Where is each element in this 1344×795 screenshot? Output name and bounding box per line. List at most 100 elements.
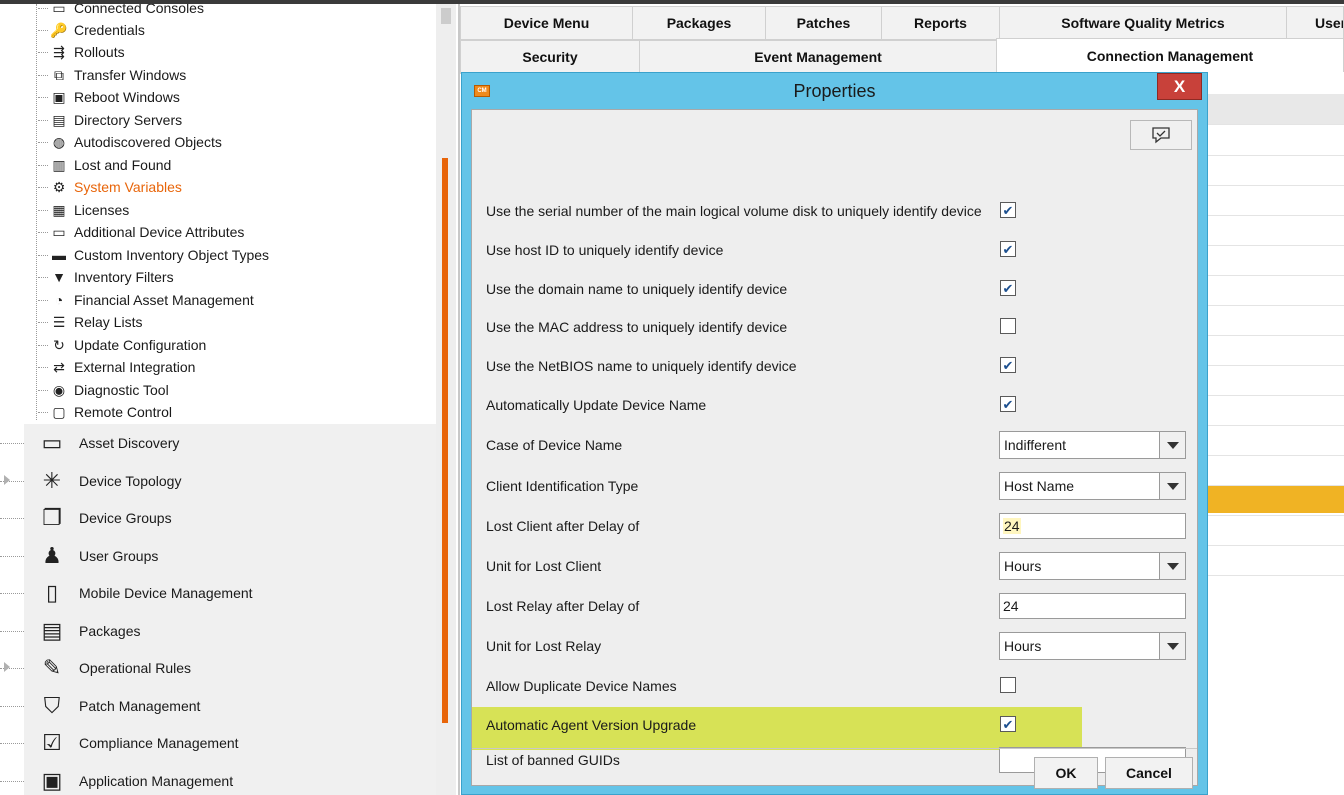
dropdown-button[interactable] — [1160, 431, 1186, 459]
property-text-field[interactable]: 24 — [999, 513, 1186, 539]
tree-item[interactable]: ↻ Update Configuration — [38, 334, 206, 356]
tree-connector — [38, 254, 48, 256]
property-checkbox[interactable]: ✔ — [1000, 357, 1016, 373]
dropdown-button[interactable] — [1160, 552, 1186, 580]
dropdown-value[interactable]: Indifferent — [999, 431, 1160, 459]
property-checkbox[interactable]: ✔ — [1000, 716, 1016, 732]
property-dropdown[interactable]: Hours — [999, 632, 1186, 660]
tree-connector — [0, 556, 24, 557]
license-icon: ▦ — [52, 201, 66, 218]
checkmark-icon: ✔ — [1002, 716, 1014, 732]
property-label: Use host ID to uniquely identify device — [486, 242, 724, 258]
expand-arrow-icon[interactable] — [4, 475, 10, 485]
trash-icon: ▥ — [52, 156, 66, 173]
tree-item[interactable]: ▦ Licenses — [38, 199, 129, 221]
directory-icon: ▤ — [52, 111, 66, 128]
module-item[interactable]: ♟ User Groups — [24, 538, 436, 574]
tab-patches[interactable]: Patches — [765, 6, 882, 40]
property-dropdown[interactable]: Host Name — [999, 472, 1186, 500]
variables-icon: ⚙ — [52, 178, 66, 195]
module-item[interactable]: ▣ Application Management — [24, 763, 436, 795]
tree-item[interactable]: ⚙ System Variables — [38, 176, 182, 198]
chevron-down-icon — [1166, 642, 1179, 650]
tree-item[interactable]: ▭ Additional Device Attributes — [38, 221, 244, 243]
dropdown-value[interactable]: Hours — [999, 552, 1160, 580]
tab-reports[interactable]: Reports — [881, 6, 1000, 40]
tree-item-label: External Integration — [74, 359, 196, 375]
tree-item[interactable]: ⇄ External Integration — [38, 356, 195, 378]
dropdown-button[interactable] — [1160, 472, 1186, 500]
tree-item[interactable]: ▬ Custom Inventory Object Types — [38, 244, 269, 266]
tree-item-label: Relay Lists — [74, 314, 143, 330]
grid-row-line — [1208, 215, 1344, 216]
module-item[interactable]: ▭ Asset Discovery — [24, 425, 436, 461]
tree-item[interactable]: ▭ Connected Consoles — [38, 4, 204, 19]
tree-connector — [38, 7, 48, 9]
property-text-field[interactable]: 24 — [999, 593, 1186, 619]
tree-connector — [0, 781, 24, 782]
close-button[interactable]: X — [1157, 73, 1202, 100]
module-item-label: Device Topology — [79, 473, 182, 489]
tree-item[interactable]: ◍ Autodiscovered Objects — [38, 131, 222, 153]
module-item[interactable]: ▯ Mobile Device Management — [24, 575, 436, 611]
module-item-label: User Groups — [79, 548, 159, 564]
tree-item[interactable]: ☰ Relay Lists — [38, 311, 142, 333]
scrollbar-thumb[interactable] — [441, 8, 451, 24]
property-checkbox[interactable] — [1000, 677, 1016, 693]
module-item[interactable]: ✳ Device Topology — [24, 463, 436, 499]
device-groups-icon: ❐ — [42, 505, 62, 530]
expand-arrow-icon[interactable] — [4, 662, 10, 672]
cancel-button[interactable]: Cancel — [1105, 757, 1193, 789]
console-icon: ▭ — [52, 4, 66, 16]
property-label: Use the serial number of the main logica… — [486, 203, 982, 219]
tree-item[interactable]: 🔑 Credentials — [38, 19, 145, 41]
module-item[interactable]: ❐ Device Groups — [24, 500, 436, 536]
tree-item[interactable]: ▼ Inventory Filters — [38, 266, 174, 288]
tab-security[interactable]: Security — [460, 40, 640, 74]
tree-item[interactable]: ◔ Financial Asset Management — [38, 289, 254, 311]
tree-item-label: Remote Control — [74, 404, 173, 420]
tree-item[interactable]: ▥ Lost and Found — [38, 154, 171, 176]
tree-connector — [38, 164, 48, 166]
property-dropdown[interactable]: Indifferent — [999, 431, 1186, 459]
property-checkbox[interactable]: ✔ — [1000, 280, 1016, 296]
grid-row-line — [1208, 124, 1344, 125]
module-item-label: Packages — [79, 623, 141, 639]
checkmark-icon: ✔ — [1002, 241, 1014, 257]
tab-device-menu[interactable]: Device Menu — [460, 6, 633, 40]
property-checkbox[interactable]: ✔ — [1000, 241, 1016, 257]
property-label: Client Identification Type — [486, 478, 639, 494]
help-button[interactable] — [1130, 120, 1192, 150]
tree-item[interactable]: ⧉ Transfer Windows — [38, 64, 186, 86]
tree-item[interactable]: ▢ Remote Control — [38, 401, 172, 423]
ok-button[interactable]: OK — [1034, 757, 1098, 789]
field-value: 24 — [1003, 518, 1021, 534]
tab-software-quality-metrics[interactable]: Software Quality Metrics — [999, 6, 1287, 40]
tree-item[interactable]: ▤ Directory Servers — [38, 109, 182, 131]
tree-item[interactable]: ◉ Diagnostic Tool — [38, 379, 169, 401]
module-item-label: Operational Rules — [79, 660, 192, 676]
tab-event-management[interactable]: Event Management — [639, 40, 997, 74]
property-checkbox[interactable]: ✔ — [1000, 396, 1016, 412]
tree-item[interactable]: ▣ Reboot Windows — [38, 86, 180, 108]
property-checkbox[interactable] — [1000, 318, 1016, 334]
tree-item-label: Inventory Filters — [74, 269, 174, 285]
module-item[interactable]: ▤ Packages — [24, 613, 436, 649]
grid-header — [1208, 94, 1344, 124]
module-item[interactable]: ✎ Operational Rules — [24, 650, 436, 686]
dropdown-value[interactable]: Host Name — [999, 472, 1160, 500]
grid-row-line — [1208, 575, 1344, 576]
tree-item[interactable]: ⇶ Rollouts — [38, 41, 125, 63]
grid-selected-row[interactable] — [1208, 486, 1344, 513]
grid-row-line — [1208, 155, 1344, 156]
dropdown-value[interactable]: Hours — [999, 632, 1160, 660]
module-item[interactable]: ⛉ Patch Management — [24, 688, 436, 724]
property-checkbox[interactable]: ✔ — [1000, 202, 1016, 218]
tab-connection-management[interactable]: Connection Management — [996, 38, 1344, 72]
tab-user[interactable]: User — [1286, 6, 1344, 40]
tree-connector — [38, 119, 48, 121]
property-dropdown[interactable]: Hours — [999, 552, 1186, 580]
dropdown-button[interactable] — [1160, 632, 1186, 660]
tab-packages[interactable]: Packages — [632, 6, 766, 40]
module-item[interactable]: ☑ Compliance Management — [24, 725, 436, 761]
